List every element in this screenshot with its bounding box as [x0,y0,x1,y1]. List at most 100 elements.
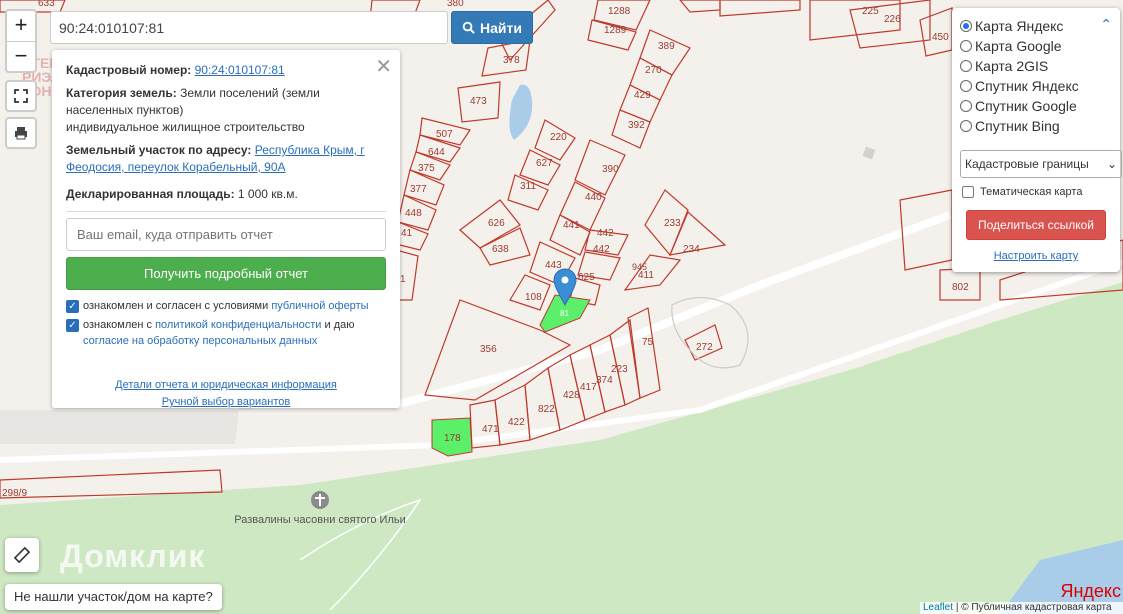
parcel-label: 75 [642,337,654,348]
privacy-link[interactable]: политикой конфиденциальности [155,319,321,331]
search-icon [462,21,475,34]
layer-option-label: Спутник Google [975,98,1077,114]
checkbox-checked-icon[interactable]: ✓ [66,300,79,313]
parcel-label: 81 [560,309,569,318]
parcel-label: 220 [550,132,567,143]
chapel-icon [311,491,329,509]
watermark-domclick: Домклик [60,538,206,574]
place-name: Развалины часовни святого Ильи [234,514,406,526]
consent-privacy[interactable]: ✓ ознакомлен с политикой конфиденциально… [66,317,386,349]
layer-option[interactable]: Спутник Bing [960,116,1112,136]
consent-offer-text: ознакомлен и согласен с условиями [83,300,269,312]
details-link[interactable]: Детали отчета и юридическая информация [66,377,386,394]
consent-privacy-text: ознакомлен с [83,319,153,331]
layer-option[interactable]: Карта 2GIS [960,56,1112,76]
parcel-label: 356 [480,344,497,355]
chevron-down-icon: ⌄ [1106,157,1117,171]
parcel-label: 471 [482,424,499,435]
zoom-out-button[interactable]: − [7,41,35,71]
radio-icon[interactable] [960,100,972,112]
parcel-label: 633 [38,0,55,9]
parcel-label: 417 [580,382,597,393]
parcel-label: 428 [563,390,580,401]
overlay-select[interactable]: Кадастровые границы ⌄ [960,150,1122,178]
parcel-label: 422 [508,417,525,428]
leaflet-link[interactable]: Leaflet [923,602,953,613]
parcel-label: 442 [593,244,610,255]
parcel-label: 311 [520,181,536,192]
parcel-label: 638 [492,244,509,255]
parcel-label: 270 [645,65,662,76]
manual-select-link[interactable]: Ручной выбор вариантов [66,394,386,411]
parcel-label: 380 [447,0,464,9]
setup-map-link[interactable]: Настроить карту [960,250,1112,262]
divider [66,211,386,212]
layer-option-label: Карта 2GIS [975,58,1049,74]
layer-option-label: Карта Google [975,38,1062,54]
parcel-label: 442 [597,228,614,239]
search-button-label: Найти [480,19,522,36]
parcel-label: 108 [525,292,542,303]
cadastral-link[interactable]: 90:24:010107:81 [195,63,285,77]
parcel-label: 473 [470,96,487,107]
chevron-up-icon[interactable]: ⌃ [1100,16,1112,33]
data-consent-link[interactable]: согласие на обработку персональных данны… [83,335,317,347]
measure-button[interactable] [5,538,39,572]
layer-option[interactable]: Спутник Google [960,96,1112,116]
parcel-label: 390 [602,164,619,175]
ruler-icon [13,546,31,564]
fullscreen-button[interactable] [5,80,37,112]
radio-selected-icon[interactable] [960,20,972,32]
parcel-label: 374 [596,375,613,386]
checkbox-checked-icon[interactable]: ✓ [66,319,79,332]
close-icon[interactable]: ✕ [375,54,392,79]
parcel-label: 1 [400,274,406,285]
parcel-label: 450 [932,32,949,43]
get-report-button[interactable]: Получить подробный отчет [66,257,386,290]
parcel-label: 802 [952,282,969,293]
search-button[interactable]: Найти [451,11,533,44]
consent-offer[interactable]: ✓ ознакомлен и согласен с условиями публ… [66,298,386,314]
parcel-label: 298/9 [2,488,27,499]
parcel-info-panel: ✕ Кадастровый номер: 90:24:010107:81 Кат… [52,50,400,408]
parcel-label: 226 [884,14,901,25]
search-input[interactable] [50,11,448,44]
thematic-map-toggle[interactable]: Тематическая карта [962,186,1112,198]
parcel-label: 234 [683,244,700,255]
parcel-label: 378 [503,55,520,66]
layer-option[interactable]: Карта Google [960,36,1112,56]
parcel-label: 822 [538,404,555,415]
share-link-button[interactable]: Поделиться ссылкой [966,210,1106,240]
radio-icon[interactable] [960,40,972,52]
parcel-label: 1288 [608,6,631,17]
parcel-label: 1289 [604,25,627,36]
layer-option[interactable]: Карта Яндекс [960,16,1112,36]
not-found-button[interactable]: Не нашли участок/дом на карте? [5,584,222,610]
yandex-logo: Яндекс [1060,581,1121,601]
use-value: индивидуальное жилищное строительство [66,120,305,134]
radio-icon[interactable] [960,60,972,72]
parcel-label: 272 [696,342,713,353]
radio-icon[interactable] [960,80,972,92]
parcel-label: 626 [488,218,505,229]
layer-option-label: Спутник Bing [975,118,1060,134]
overlay-select-value: Кадастровые границы [965,157,1089,171]
panel-links: Детали отчета и юридическая информация Р… [66,377,386,411]
offer-link[interactable]: публичной оферты [271,300,368,312]
print-button[interactable] [5,117,37,149]
radio-icon[interactable] [960,120,972,132]
area-label: Декларированная площадь: [66,187,235,201]
checkbox-icon[interactable] [962,186,974,198]
thematic-label: Тематическая карта [980,186,1083,198]
printer-icon [15,127,27,140]
address-label: Земельный участок по адресу: [66,143,252,157]
zoom-control: + − [5,9,37,73]
parcel-label: 178 [444,433,461,444]
parcel-label: 443 [545,260,562,271]
layer-option[interactable]: Спутник Яндекс [960,76,1112,96]
zoom-in-button[interactable]: + [7,11,35,41]
parcel-label: 448 [405,208,422,219]
parcel-label: 233 [664,218,681,229]
parcel-label: 375 [418,163,435,174]
email-field[interactable] [66,218,386,251]
